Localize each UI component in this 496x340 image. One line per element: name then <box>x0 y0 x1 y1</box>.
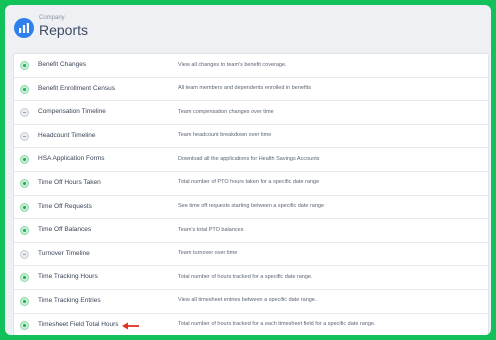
status-icon <box>20 202 29 212</box>
report-name-link[interactable]: HSA Application Forms <box>38 155 104 162</box>
report-row[interactable]: Headcount Timeline Team headcount breakdo… <box>14 125 488 149</box>
status-icon <box>20 249 29 259</box>
report-row[interactable]: Time Tracking Entries View all timesheet … <box>14 290 488 314</box>
report-row[interactable]: Time Tracking Hours Total number of hours… <box>14 266 488 290</box>
report-name-link[interactable]: Time Tracking Hours <box>38 273 98 280</box>
report-description: View all changes to team's benefit cover… <box>178 61 287 68</box>
report-name-link[interactable]: Time Off Requests <box>38 203 92 210</box>
status-icon <box>20 226 29 236</box>
report-name-link[interactable]: Time Off Hours Taken <box>38 179 101 186</box>
report-row[interactable]: Compensation Timeline Team compensation c… <box>14 101 488 125</box>
report-description: Team turnover over time <box>178 250 238 257</box>
report-description: Total number of PTO hours taken for a sp… <box>178 179 320 186</box>
status-icon <box>20 61 29 70</box>
report-description: Total number of hours tracked for a each… <box>178 321 376 328</box>
status-icon <box>20 155 29 165</box>
report-name-link[interactable]: Headcount Timeline <box>38 132 95 139</box>
status-icon <box>20 108 29 118</box>
status-icon <box>20 84 29 94</box>
status-icon <box>20 273 29 283</box>
status-icon <box>20 296 29 306</box>
report-description: See time off requests starting between a… <box>178 203 325 210</box>
page-header: Company Reports <box>5 5 491 47</box>
report-name-link[interactable]: Benefit Enrollment Census <box>38 85 115 92</box>
report-name-link[interactable]: Benefit Changes <box>38 61 86 68</box>
report-row[interactable]: Time Off Balances Team's total PTO balanc… <box>14 219 488 243</box>
report-description: Team compensation changes over time <box>178 108 274 115</box>
status-icon <box>20 131 29 141</box>
report-description: Team's total PTO balances <box>178 226 244 233</box>
status-icon <box>20 178 29 188</box>
page-title: Reports <box>39 22 89 38</box>
report-name-link[interactable]: Compensation Timeline <box>38 108 106 115</box>
report-description: View all timesheet entries between a spe… <box>178 297 317 304</box>
app-window: Company Reports Benefit Changes View all … <box>5 5 491 335</box>
bar-chart-icon <box>14 18 34 38</box>
red-arrow-icon <box>122 322 139 330</box>
report-row[interactable]: Time Off Hours Taken Total number of PTO … <box>14 172 488 196</box>
company-label: Company <box>39 15 65 21</box>
reports-list: Benefit Changes View all changes to team'… <box>13 53 489 335</box>
report-name-link[interactable]: Time Tracking Entries <box>38 297 101 304</box>
report-name-link[interactable]: Timesheet Field Total Hours <box>38 321 119 328</box>
report-description: Team headcount breakdown over time <box>178 132 272 139</box>
report-description: Download all the applications for Health… <box>178 155 320 162</box>
report-row[interactable]: Time Off Requests See time off requests s… <box>14 196 488 220</box>
report-name-link[interactable]: Turnover Timeline <box>38 250 90 257</box>
report-row[interactable]: Turnover Timeline Team turnover over time <box>14 243 488 267</box>
status-icon <box>20 320 29 330</box>
report-row[interactable]: HSA Application Forms Download all the ap… <box>14 148 488 172</box>
report-row[interactable]: Timesheet Field Total Hours Total number … <box>14 314 488 335</box>
report-description: All team members and dependents enrolled… <box>178 85 311 92</box>
report-row[interactable]: Benefit Changes View all changes to team'… <box>14 54 488 78</box>
report-description: Total number of hours tracked for a spec… <box>178 273 313 280</box>
report-name-link[interactable]: Time Off Balances <box>38 226 91 233</box>
report-row[interactable]: Benefit Enrollment Census All team member… <box>14 78 488 102</box>
